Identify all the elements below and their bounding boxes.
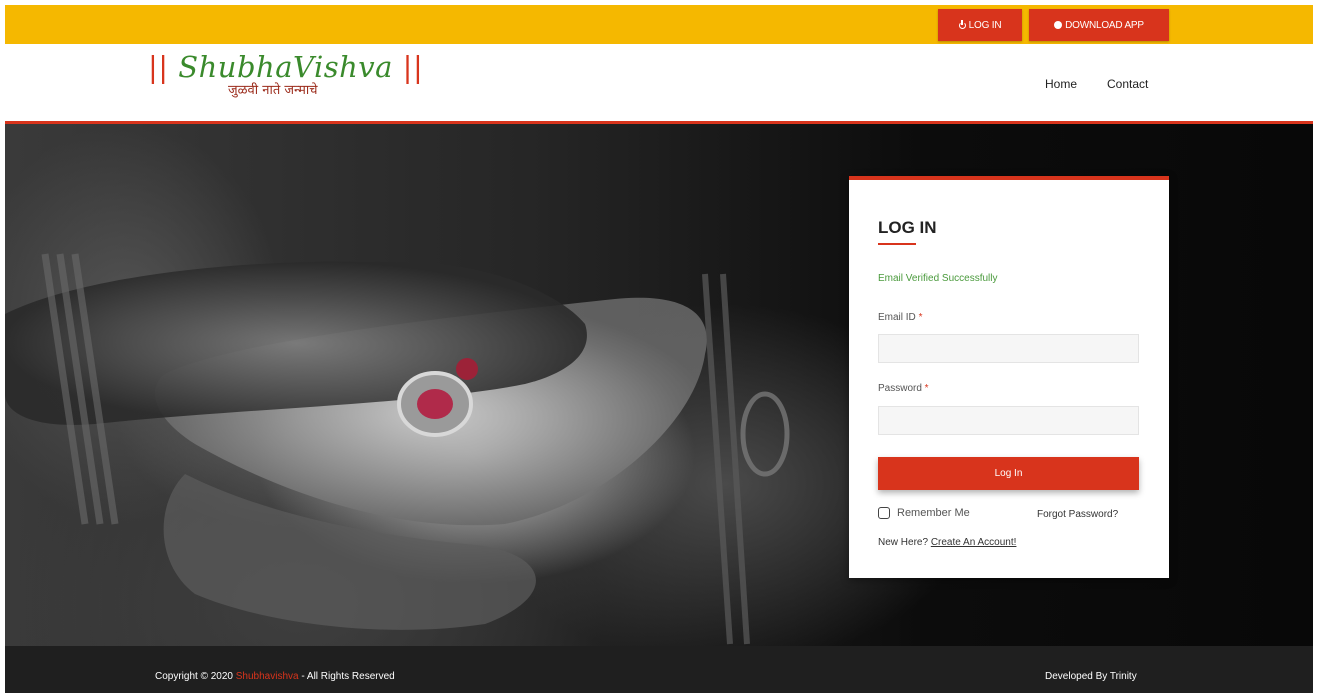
logo[interactable]: || ShubhaVishva || जुळवी नाते जन्माचे: [148, 50, 423, 98]
remember-me-label: Remember Me: [897, 507, 970, 519]
copyright-prefix: Copyright © 2020: [155, 671, 236, 682]
developed-by: Developed By Trinity: [1045, 671, 1137, 682]
password-label-text: Password: [878, 383, 922, 394]
download-app-label: DOWNLOAD APP: [1065, 19, 1144, 31]
login-title: LOG IN: [878, 218, 937, 237]
email-field[interactable]: [878, 334, 1139, 363]
copyright-suffix: - All Rights Reserved: [298, 671, 395, 682]
logo-name: ShubhaVishva: [178, 50, 393, 84]
copyright-brand-link[interactable]: Shubhavishva: [236, 671, 299, 682]
site-footer: Copyright © 2020 Shubhavishva - All Righ…: [5, 646, 1313, 693]
signup-prompt: New Here?: [878, 537, 931, 548]
email-label-text: Email ID: [878, 312, 916, 323]
title-underline: [878, 243, 916, 245]
logo-wordmark: || ShubhaVishva ||: [148, 50, 423, 84]
logo-bars-right: ||: [392, 50, 424, 84]
login-button[interactable]: LOG IN: [938, 9, 1022, 41]
status-message: Email Verified Successfully: [878, 273, 998, 284]
signup-row: New Here? Create An Account!: [878, 537, 1016, 548]
required-mark: *: [921, 383, 929, 394]
login-submit-button[interactable]: Log In: [878, 457, 1139, 490]
required-mark: *: [915, 312, 923, 323]
download-app-button[interactable]: DOWNLOAD APP: [1029, 9, 1169, 41]
password-field[interactable]: [878, 406, 1139, 435]
copyright-text: Copyright © 2020 Shubhavishva - All Righ…: [155, 671, 395, 682]
email-label: Email ID *: [878, 312, 922, 323]
password-label: Password *: [878, 383, 929, 394]
nav-home[interactable]: Home: [1045, 77, 1077, 91]
remember-me[interactable]: Remember Me: [878, 507, 970, 519]
login-card: LOG IN Email Verified Successfully Email…: [849, 176, 1169, 578]
login-button-label: LOG IN: [968, 19, 1002, 31]
create-account-link[interactable]: Create An Account!: [931, 537, 1017, 548]
android-icon: [1054, 21, 1063, 29]
power-icon: [958, 19, 966, 29]
site-header: || ShubhaVishva || जुळवी नाते जन्माचे Ho…: [5, 44, 1313, 124]
top-bar: LOG IN DOWNLOAD APP: [5, 5, 1313, 44]
logo-bars-left: ||: [148, 50, 179, 84]
remember-me-checkbox[interactable]: [878, 507, 890, 519]
nav-contact[interactable]: Contact: [1107, 77, 1148, 91]
forgot-password-link[interactable]: Forgot Password?: [1037, 509, 1118, 520]
